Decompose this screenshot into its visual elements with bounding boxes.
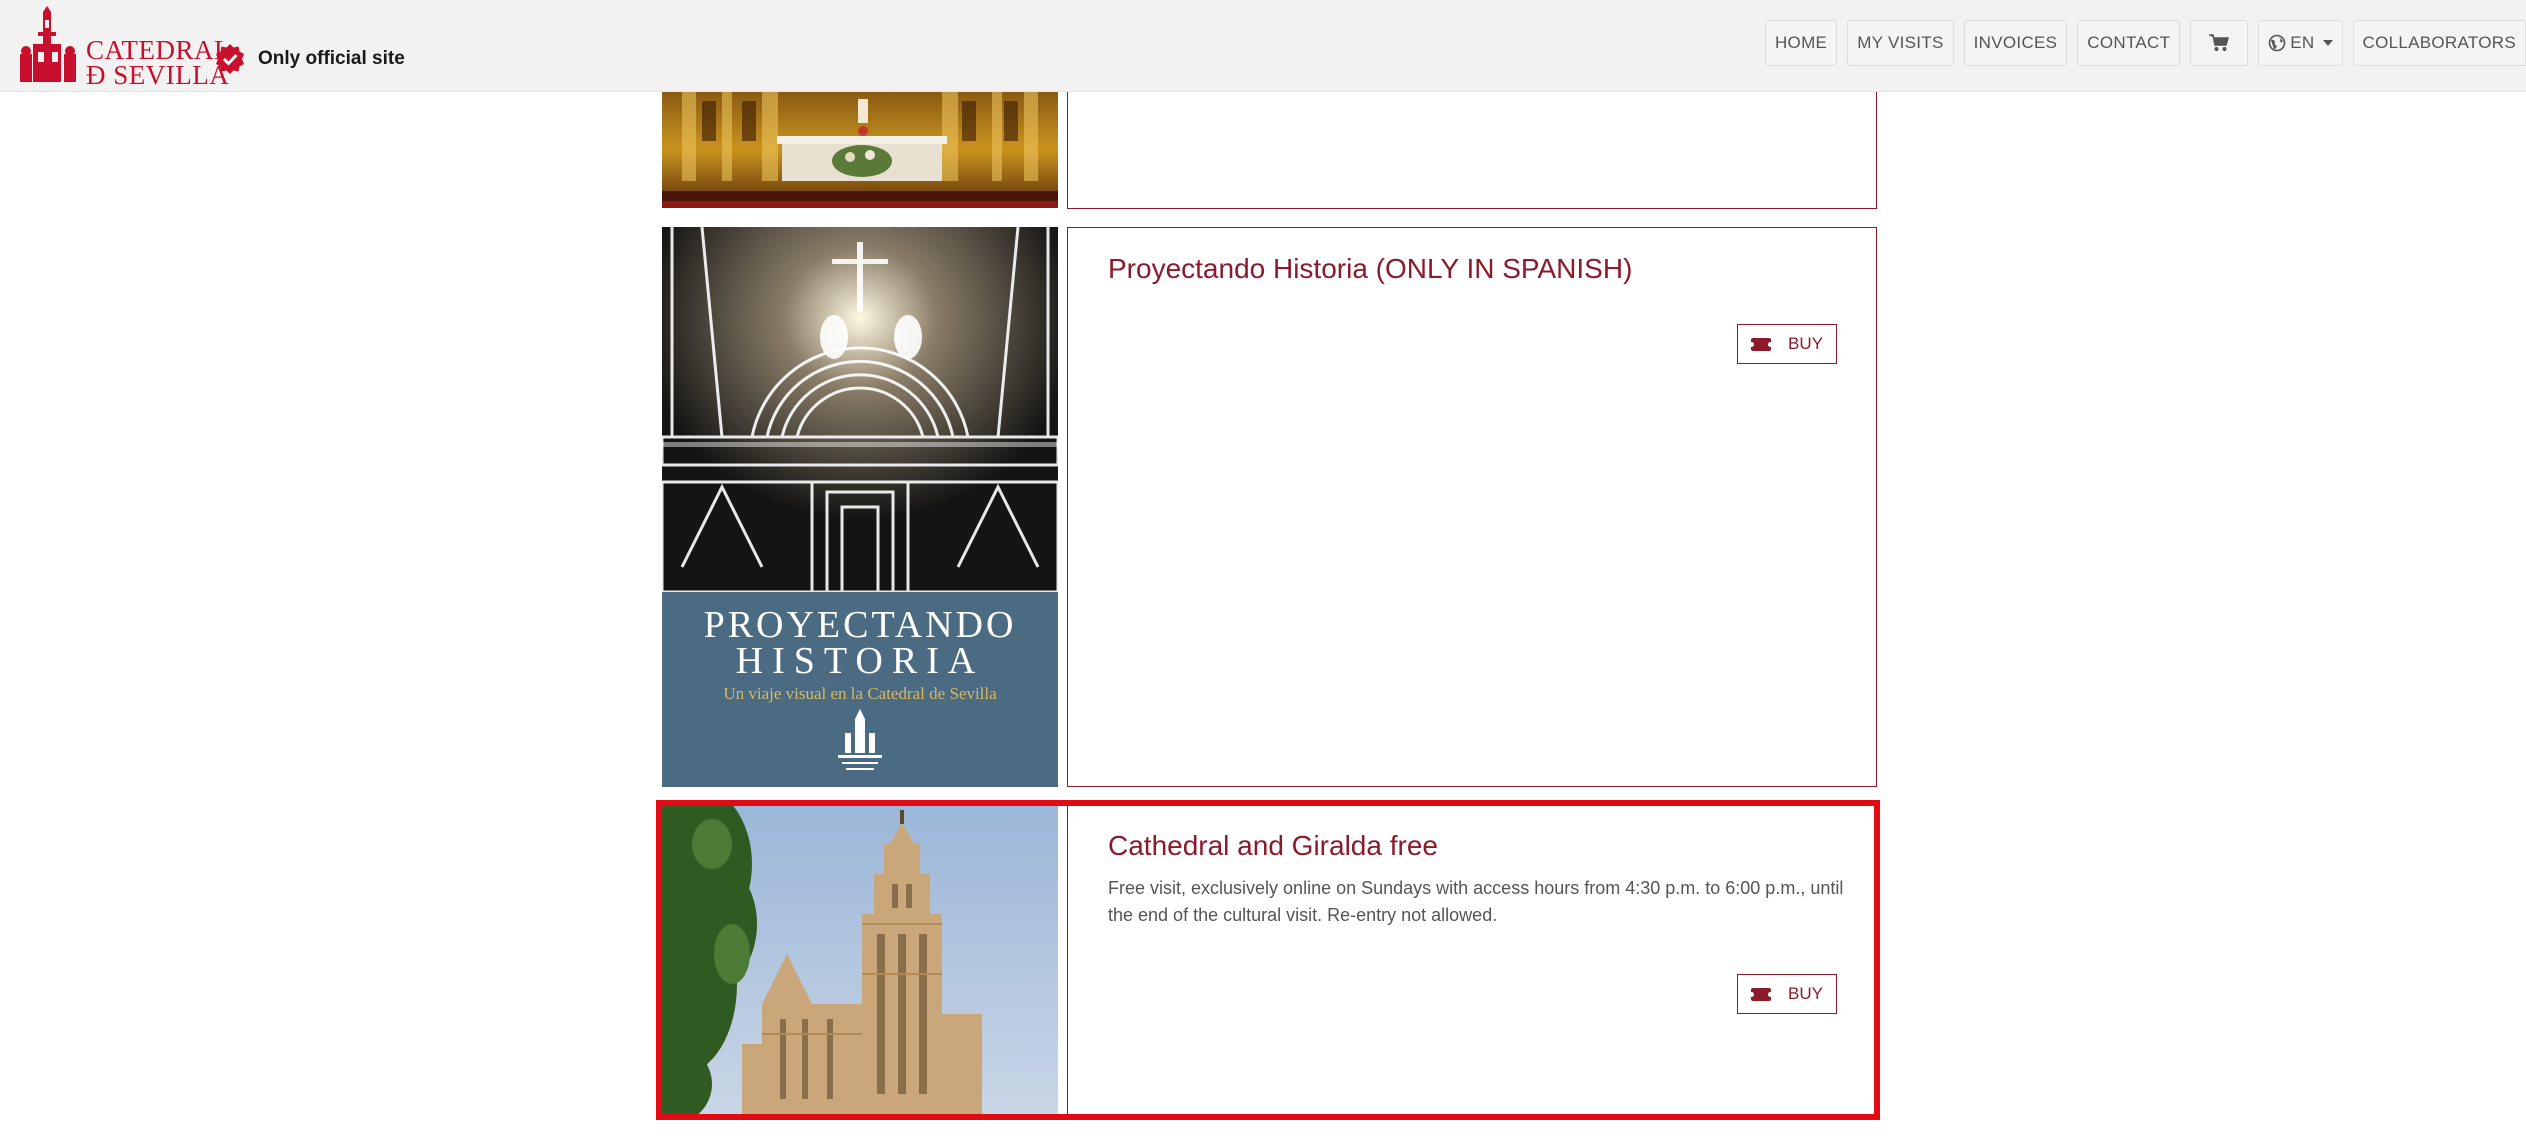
nav-my-visits[interactable]: MY VISITS (1847, 20, 1954, 66)
nav-invoices[interactable]: INVOICES (1963, 20, 2068, 66)
proyectando-historia-poster: PROYECTANDO HISTORIA Un viaje visual en … (662, 227, 1058, 787)
ticket-icon (1749, 987, 1774, 1001)
buy-button[interactable]: BUY (1737, 974, 1837, 1014)
logo-line2: Ð SEVILLA (86, 60, 230, 90)
language-label: EN (2290, 33, 2315, 52)
verified-badge-icon (216, 44, 244, 74)
main-nav: HOME MY VISITS INVOICES CONTACT EN COLLA… (1764, 20, 2526, 66)
official-site-label: Only official site (258, 48, 405, 69)
top-navbar: CATEDRAL Ð SEVILLA Only official site HO… (0, 0, 2526, 92)
card-previous-body (1067, 91, 1877, 209)
buy-button-label: BUY (1788, 334, 1823, 353)
catedral-sevilla-logo[interactable]: CATEDRAL Ð SEVILLA (18, 6, 231, 89)
poster-title-line2: HISTORIA (736, 640, 985, 682)
giralda-image (662, 804, 1058, 1116)
buy-button[interactable]: BUY (1737, 324, 1837, 364)
language-dropdown[interactable]: EN (2258, 20, 2343, 66)
caret-down-icon (2322, 40, 2333, 46)
card-title: Proyectando Historia (ONLY IN SPANISH) (1108, 253, 1633, 284)
ticket-icon (1749, 337, 1774, 351)
nav-contact[interactable]: CONTACT (2077, 20, 2181, 66)
page-content: PROYECTANDO HISTORIA Un viaje visual en … (0, 0, 2526, 1147)
card-description: Free visit, exclusively online on Sunday… (1108, 878, 1844, 925)
card-proyectando-historia: Proyectando Historia (ONLY IN SPANISH) B… (1067, 227, 1877, 787)
poster-subtitle: Un viaje visual en la Catedral de Sevill… (723, 684, 997, 703)
cart-icon (2209, 34, 2230, 51)
nav-home[interactable]: HOME (1764, 20, 1838, 66)
buy-button-label: BUY (1788, 984, 1823, 1003)
nav-collaborators[interactable]: COLLABORATORS (2352, 20, 2526, 66)
card-title: Cathedral and Giralda free (1108, 830, 1438, 861)
logo-text: CATEDRAL Ð SEVILLA (86, 37, 231, 90)
card-cathedral-giralda-free: Cathedral and Giralda free Free visit, e… (1067, 804, 1877, 1116)
cart-button[interactable] (2190, 20, 2249, 66)
altar-image (662, 91, 1058, 208)
official-site-badge: Only official site (214, 43, 405, 75)
globe-icon (2268, 34, 2286, 52)
